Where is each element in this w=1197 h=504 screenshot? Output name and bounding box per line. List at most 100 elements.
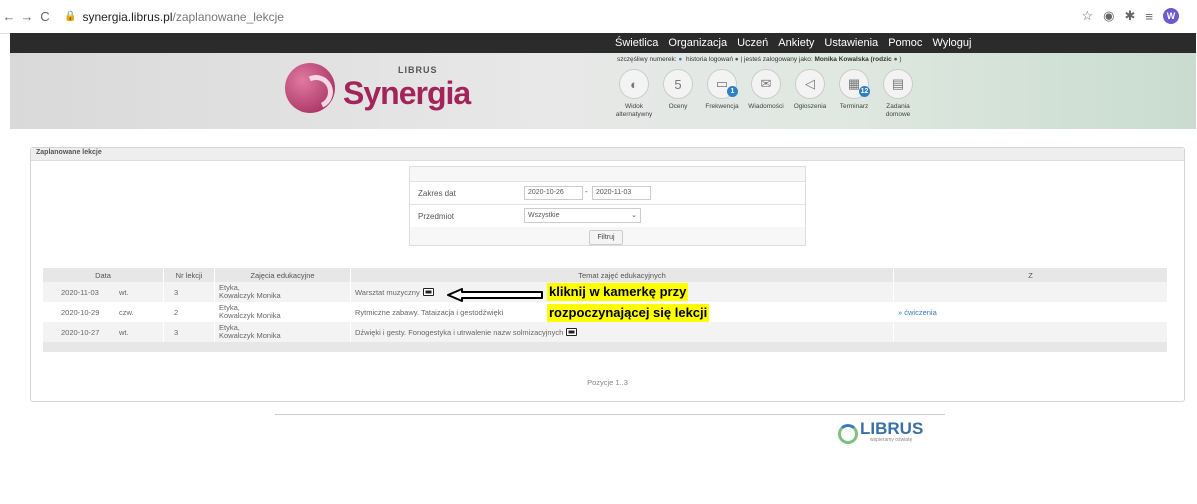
teacher-name: Kowalczyk Monika [219, 311, 281, 320]
lock-icon: 🔒 [64, 11, 77, 22]
col-lesson-number: Nr lekcji [163, 268, 215, 282]
menu-item-1[interactable]: Organizacja [668, 35, 727, 51]
weekday-value: wt. [119, 287, 129, 297]
topic-text: Rytmiczne zabawy. Tataizacja i gestodźwi… [355, 307, 504, 317]
filter-button[interactable]: Filtruj [589, 230, 623, 245]
scheduled-lessons-panel: Zaplanowane lekcje Zakres dat 2020-10-26… [30, 147, 1185, 402]
logo-librus-text: LIBRUS [398, 65, 438, 75]
header-menu-label: Frekwencja [705, 103, 739, 110]
lucky-number-label: szczęśliwy numerek: [617, 56, 677, 63]
header-icon-menu: ◐ Widok alternatywny 5 Oceny ▭ 1 Frekwencja ✉ Wi… [612, 69, 920, 119]
date-value: 2020-11-03 [61, 287, 99, 297]
annotation-line-1: kliknij w kamerkę przy [547, 283, 689, 301]
user-name: Monika Kowalska (rodzic [814, 56, 892, 63]
synergia-logo-mark [285, 63, 335, 113]
half-circle-icon: ◐ [619, 69, 649, 99]
profile-avatar[interactable]: W [1163, 8, 1179, 24]
footer-librus-logo[interactable]: LIBRUS wspieramy oświatę [838, 419, 948, 445]
reading-list-icon[interactable]: ≡ [1145, 9, 1153, 24]
envelope-icon: ✉ [751, 69, 781, 99]
header-menu-label: Ogłoszenia [793, 103, 827, 110]
annotation-note: kliknij w kamerkę przy rozpoczynającej s… [547, 283, 746, 328]
lesson-number-cell: 3 [163, 282, 215, 302]
panel-title: Zaplanowane lekcje [31, 148, 1184, 161]
menu-item-2[interactable]: Uczeń [737, 35, 768, 51]
homework-icon: ▤ [883, 69, 913, 99]
reload-icon[interactable]: C [36, 9, 54, 24]
header-menu-item-4[interactable]: ◁ Ogłoszenia [788, 69, 832, 119]
teacher-name: Kowalczyk Monika [219, 291, 281, 300]
pagination-info: Pozycje 1..3 [587, 378, 628, 387]
count-badge: 1 [727, 86, 738, 97]
col-date: Data [43, 268, 164, 282]
header-menu-item-0[interactable]: ◐ Widok alternatywny [612, 69, 656, 119]
date-range-label: Zakres dat [418, 189, 456, 198]
address-bar[interactable]: 🔒 synergia.librus.pl/zaplanowane_lekcje [64, 10, 284, 24]
menu-item-3[interactable]: Ankiety [778, 35, 814, 51]
weekday-value: wt. [119, 327, 129, 337]
megaphone-icon: ◁ [795, 69, 825, 99]
header-menu-item-5[interactable]: ▦ 12 Terminarz [832, 69, 876, 119]
menu-item-5[interactable]: Pomoc [888, 35, 922, 51]
date-from-input[interactable]: 2020-10-26 [524, 186, 583, 200]
url-path: /zaplanowane_lekcje [172, 9, 284, 24]
forward-icon[interactable]: → [18, 9, 36, 24]
star-icon[interactable]: ☆ [1082, 8, 1094, 24]
teacher-name: Kowalczyk Monika [219, 331, 281, 340]
col-subject: Zajęcia edukacyjne [214, 268, 351, 282]
count-badge: 12 [859, 86, 870, 97]
footer-tagline: wspieramy oświatę [870, 437, 913, 443]
help-icon[interactable]: ● [678, 56, 682, 63]
camera-icon[interactable] [422, 288, 434, 296]
url-host: synergia.librus.pl [82, 9, 173, 24]
synergia-logo[interactable]: LIBRUS Synergia [285, 61, 475, 117]
header-menu-label: Terminarz [839, 103, 869, 110]
header-menu-item-3[interactable]: ✉ Wiadomości [744, 69, 788, 119]
col-z: Z [893, 268, 1168, 282]
table-footer-row [43, 342, 1168, 352]
filter-box: Zakres dat 2020-10-26 - 2020-11-03 Przed… [409, 166, 806, 246]
table-footer-cell [43, 342, 1168, 352]
menu-item-4[interactable]: Ustawienia [824, 35, 878, 51]
date-value: 2020-10-27 [61, 327, 100, 337]
menu-item-0[interactable]: Świetlica [615, 35, 658, 51]
browser-toolbar: ← → C 🔒 synergia.librus.pl/zaplanowane_l… [0, 0, 1197, 34]
col-topic: Temat zajęć edukacyjnych [350, 268, 894, 282]
z-cell [893, 282, 1168, 302]
logo-text: Synergia [343, 75, 471, 111]
header-menu-item-6[interactable]: ▤ Zadania domowe [876, 69, 920, 119]
menu-item-6[interactable]: Wyloguj [932, 35, 971, 51]
login-history-link[interactable]: historia logowań [686, 56, 733, 63]
footer-divider [275, 414, 945, 415]
annotation-line-2: rozpoczynającej się lekcji [547, 304, 710, 322]
subject-select[interactable]: Wszystkie ⌄ [524, 208, 641, 223]
header-menu-item-2[interactable]: ▭ 1 Frekwencja [700, 69, 744, 119]
lesson-number-cell: 2 [163, 302, 215, 322]
date-to-input[interactable]: 2020-11-03 [592, 186, 651, 200]
user-info-icon[interactable]: ● [894, 56, 898, 63]
grades-icon: 5 [663, 69, 693, 99]
header-menu-label: Widok alternatywny [615, 103, 653, 118]
main-menu: Świetlica Organizacja Uczeń Ankiety Ustawien… [10, 33, 1196, 53]
exercises-link[interactable]: » ćwiczenia [898, 308, 937, 317]
puzzle-icon[interactable]: ✱ [1125, 8, 1136, 24]
info-icon[interactable]: ● [735, 56, 739, 63]
back-icon[interactable]: ← [0, 9, 18, 24]
date-cell: 2020-10-27 wt. [43, 322, 164, 342]
table-header-row: Data Nr lekcji Zajęcia edukacyjne Temat … [43, 268, 1168, 282]
logged-as-label: | jesteś zalogowany jako: [740, 56, 813, 63]
user-close-paren: ) [899, 56, 902, 63]
z-cell [893, 322, 1168, 342]
extension-icon[interactable]: ◉ [1103, 8, 1114, 24]
header-menu-label: Wiadomości [748, 103, 784, 110]
lesson-number-cell: 3 [163, 322, 215, 342]
camera-icon[interactable] [566, 328, 578, 336]
subject-cell: Etyka, Kowalczyk Monika [214, 322, 351, 342]
date-separator: - [585, 187, 588, 196]
subject-cell: Etyka, Kowalczyk Monika [214, 282, 351, 302]
topic-text: Dźwięki i gesty. Fonogestyka i utrwaleni… [355, 328, 564, 337]
z-cell: » ćwiczenia [893, 302, 1168, 322]
header-menu-item-1[interactable]: 5 Oceny [656, 69, 700, 119]
subject-cell: Etyka, Kowalczyk Monika [214, 302, 351, 322]
subject-row: Przedmiot Wszystkie ⌄ [410, 204, 805, 227]
